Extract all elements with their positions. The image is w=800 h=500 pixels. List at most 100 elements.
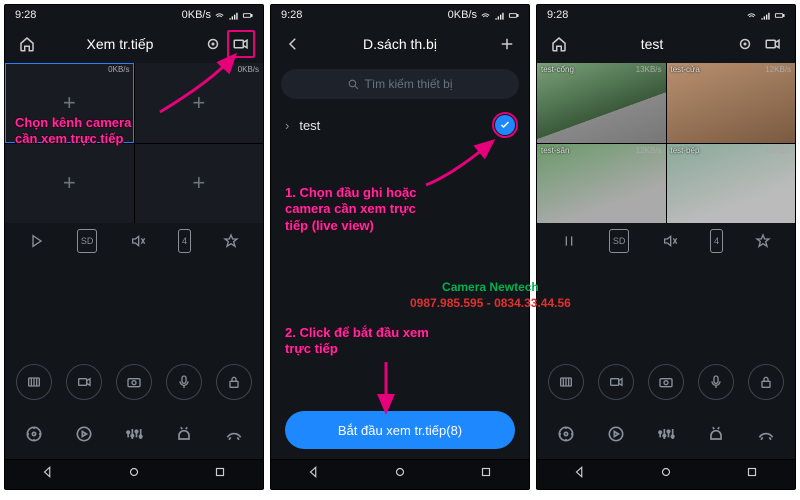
snapshot-button[interactable] — [648, 364, 684, 400]
ptz-button[interactable] — [24, 424, 44, 449]
action-row — [537, 350, 795, 414]
home-button[interactable] — [545, 30, 573, 58]
wiper-button[interactable] — [224, 424, 244, 449]
signal-icon — [760, 10, 771, 21]
action-row — [5, 350, 263, 414]
play-button[interactable] — [22, 229, 52, 253]
bitrate-label: 0KB/s — [108, 65, 129, 74]
record-button[interactable] — [598, 364, 634, 400]
record-button[interactable] — [66, 364, 102, 400]
search-icon — [347, 78, 360, 91]
start-btn-label: Bắt đầu xem tr.tiếp(8) — [338, 423, 462, 438]
add-icon: + — [192, 170, 205, 196]
target-button[interactable] — [199, 30, 227, 58]
layout-button[interactable]: 4 — [710, 229, 723, 253]
camera-label: test-sân — [541, 146, 569, 155]
record-video-button[interactable] — [548, 364, 584, 400]
add-device-button[interactable] — [493, 30, 521, 58]
camera-slot[interactable]: test-cổng 13KB/s — [537, 63, 666, 143]
bitrate-label: 12KB/s — [765, 146, 791, 155]
nav-back[interactable] — [573, 465, 587, 484]
battery-icon — [508, 10, 519, 21]
status-time: 9:28 — [547, 9, 568, 21]
camera-slot[interactable]: test-bếp 12KB/s — [667, 144, 796, 224]
nav-home[interactable] — [127, 465, 141, 484]
wifi-icon — [746, 10, 757, 21]
page-title: Xem tr.tiếp — [41, 36, 199, 52]
phone-screen-live-empty: 9:28 0KB/s Xem tr.tiếp 0KB/s + — [4, 4, 264, 490]
quality-button[interactable]: SD — [609, 229, 630, 253]
talk-button[interactable] — [698, 364, 734, 400]
android-nav — [5, 459, 263, 489]
quality-button[interactable]: SD — [77, 229, 98, 253]
talk-button[interactable] — [166, 364, 202, 400]
page-title: D.sách th.bị — [307, 36, 493, 52]
device-row[interactable]: › test — [271, 105, 529, 145]
snapshot-button[interactable] — [116, 364, 152, 400]
nav-home[interactable] — [659, 465, 673, 484]
nav-recent[interactable] — [745, 465, 759, 484]
settings-button[interactable] — [124, 424, 144, 449]
wifi-icon — [214, 10, 225, 21]
device-name: test — [299, 118, 320, 133]
camera-grid: test-cổng 13KB/s test-cửa 12KB/s test-sâ… — [537, 63, 795, 223]
camera-select-button[interactable] — [759, 30, 787, 58]
back-button[interactable] — [279, 30, 307, 58]
ptz-button[interactable] — [556, 424, 576, 449]
control-row: SD 4 — [537, 223, 795, 259]
favorite-button[interactable] — [216, 229, 246, 253]
camera-select-button[interactable] — [227, 30, 255, 58]
app-bar: Xem tr.tiếp — [5, 25, 263, 63]
alarm-button[interactable] — [174, 424, 194, 449]
nav-home[interactable] — [393, 465, 407, 484]
bitrate-label: 12KB/s — [636, 146, 662, 155]
app-bar: test — [537, 25, 795, 63]
playback-button[interactable] — [74, 424, 94, 449]
wiper-button[interactable] — [756, 424, 776, 449]
search-placeholder: Tìm kiếm thiết bị — [364, 77, 452, 91]
android-nav — [271, 459, 529, 489]
signal-icon — [228, 10, 239, 21]
wifi-icon — [480, 10, 491, 21]
add-icon: + — [63, 170, 76, 196]
battery-icon — [242, 10, 253, 21]
phone-screen-live-feed: 9:28 test test-cổng 13KB/s — [536, 4, 796, 490]
status-time: 9:28 — [15, 9, 36, 21]
device-check[interactable] — [495, 115, 515, 135]
settings-button[interactable] — [656, 424, 676, 449]
pause-button[interactable] — [554, 229, 584, 253]
camera-slot[interactable]: + — [5, 144, 134, 224]
camera-slot[interactable]: + — [135, 144, 264, 224]
nav-back[interactable] — [307, 465, 321, 484]
add-icon: + — [192, 90, 205, 116]
status-time: 9:28 — [281, 9, 302, 21]
status-bar: 9:28 0KB/s — [5, 5, 263, 25]
search-input[interactable]: Tìm kiếm thiết bị — [281, 69, 519, 99]
start-liveview-button[interactable]: Bắt đầu xem tr.tiếp(8) — [285, 411, 515, 449]
playback-button[interactable] — [606, 424, 626, 449]
bitrate-label: 12KB/s — [765, 65, 791, 74]
record-video-button[interactable] — [16, 364, 52, 400]
nav-recent[interactable] — [213, 465, 227, 484]
camera-slot[interactable]: 0KB/s + — [135, 63, 264, 143]
camera-label: test-bếp — [671, 146, 700, 155]
nav-recent[interactable] — [479, 465, 493, 484]
nav-back[interactable] — [41, 465, 55, 484]
camera-label: test-cửa — [671, 65, 700, 74]
mute-button[interactable] — [123, 229, 153, 253]
android-nav — [537, 459, 795, 489]
lock-button[interactable] — [748, 364, 784, 400]
camera-slot[interactable]: test-sân 12KB/s — [537, 144, 666, 224]
target-button[interactable] — [731, 30, 759, 58]
favorite-button[interactable] — [748, 229, 778, 253]
mute-button[interactable] — [655, 229, 685, 253]
signal-icon — [494, 10, 505, 21]
camera-slot[interactable]: 0KB/s + — [5, 63, 134, 143]
camera-slot[interactable]: test-cửa 12KB/s — [667, 63, 796, 143]
layout-button[interactable]: 4 — [178, 229, 191, 253]
home-button[interactable] — [13, 30, 41, 58]
lock-button[interactable] — [216, 364, 252, 400]
control-row: SD 4 — [5, 223, 263, 259]
alarm-button[interactable] — [706, 424, 726, 449]
bitrate-label: 13KB/s — [636, 65, 662, 74]
